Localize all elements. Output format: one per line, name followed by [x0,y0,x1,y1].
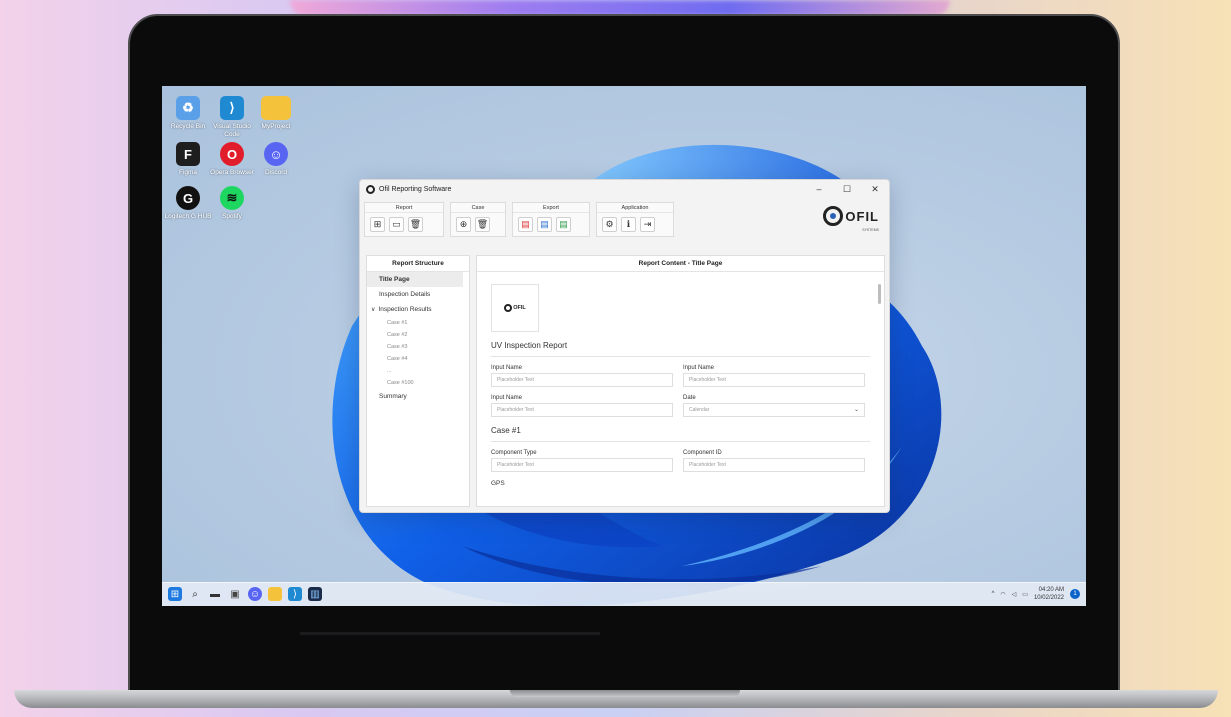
ribbon-group-export: Export ▤ ▤ ▤ [512,202,590,237]
report-logo-icon [504,304,513,312]
tree-item-case-4[interactable]: Case #4 [367,353,469,365]
figma-icon: F [176,142,200,166]
window-title: Ofil Reporting Software [379,185,452,193]
report-logo-box[interactable]: OFIL [491,284,539,332]
tree-item-case-100[interactable]: Case #100 [367,377,469,389]
volume-icon[interactable]: ◁ [1012,591,1017,598]
field-label: Input Name [683,365,715,371]
close-button[interactable]: ✕ [861,184,889,195]
field-label: Input Name [491,395,523,401]
ofil-logo: OFIL SYSTEMS [823,206,879,232]
report-structure-panel: Report Structure Title Page Inspection D… [366,255,470,507]
tree-item-case-3[interactable]: Case #3 [367,341,469,353]
chevron-up-icon[interactable]: ^ [992,591,995,597]
tree-item-case-1[interactable]: Case #1 [367,317,469,329]
battery-icon[interactable]: ▭ [1022,591,1028,598]
component-type-input[interactable]: Placeholder Text [491,458,673,472]
file-explorer-icon[interactable] [268,587,282,601]
export-excel-icon[interactable]: ▤ [556,217,571,232]
start-icon[interactable]: ⊞ [168,587,182,601]
app-icon [366,184,375,194]
laptop-notch [510,690,740,697]
desktop-screen: ♻ Recycle Bin ⟩ Visual Studio Code MyPro… [162,86,1086,606]
component-id-label: Component ID [683,450,722,456]
maximize-button[interactable]: ☐ [833,184,861,195]
vscode-taskbar-icon[interactable]: ⟩ [288,587,302,601]
input-field-2[interactable]: Placeholder Text [683,373,865,387]
recycle-bin-icon: ♻ [176,96,200,120]
delete-report-icon[interactable]: 🗑 [408,217,423,232]
export-pdf-icon[interactable]: ▤ [518,217,533,232]
ribbon: Report ⊞ ▭ 🗑 Case ⊕ 🗑 Export ▤ ▤ ▤ Appli… [360,198,889,250]
component-id-input[interactable]: Placeholder Text [683,458,865,472]
section-title-uv-report: UV Inspection Report [491,341,870,357]
date-select[interactable]: Calendar ⌄ [683,403,865,417]
notification-badge[interactable]: 1 [1070,589,1080,599]
ribbon-group-case: Case ⊕ 🗑 [450,202,506,237]
report-content-panel: Report Content - Title Page OFIL UV Insp… [476,255,885,507]
screen-bottom-strip [300,632,600,635]
export-word-icon[interactable]: ▤ [537,217,552,232]
minimize-button[interactable]: – [805,184,833,194]
title-bar: Ofil Reporting Software – ☐ ✕ [360,180,889,198]
chevron-down-icon[interactable]: ∨ [371,307,375,313]
tree-item-inspection-details[interactable]: Inspection Details [367,287,469,302]
ofil-app-taskbar-icon[interactable]: ▥ [308,587,322,601]
input-field-1[interactable]: Placeholder Text [491,373,673,387]
vscode-icon: ⟩ [220,96,244,120]
chevron-down-icon: ⌄ [853,407,859,413]
tree-item-ellipsis: ... [387,368,392,374]
widgets-icon[interactable]: ▣ [228,587,242,601]
date-label: Date [683,395,696,401]
open-report-icon[interactable]: ▭ [389,217,404,232]
discord-icon: ☺ [264,142,288,166]
report-content-heading: Report Content - Title Page [477,256,884,272]
discord-taskbar-icon[interactable]: ☺ [248,587,262,601]
settings-icon[interactable]: ⚙ [602,217,617,232]
info-icon[interactable]: ℹ [621,217,636,232]
ribbon-group-application: Application ⚙ ℹ ⇥ [596,202,674,237]
add-case-icon[interactable]: ⊕ [456,217,471,232]
input-field-3[interactable]: Placeholder Text [491,403,673,417]
gps-label: GPS [491,480,505,487]
taskbar: ⊞ ⌕ ▬ ▣ ☺ ⟩ ▥ ^ ◠ ◁ ▭ 04:20 AM 10/02/202… [162,582,1086,606]
app-window: Ofil Reporting Software – ☐ ✕ Report ⊞ ▭… [359,179,890,513]
ribbon-group-report: Report ⊞ ▭ 🗑 [364,202,444,237]
field-label: Input Name [491,365,523,371]
new-report-icon[interactable]: ⊞ [370,217,385,232]
clock[interactable]: 04:20 AM 10/02/2022 [1034,586,1064,602]
logitech-icon: G [176,186,200,210]
search-icon[interactable]: ⌕ [188,587,202,601]
desktop-icon-spotify[interactable]: ≋ Spotify [206,186,258,221]
tree-item-title-page[interactable]: Title Page [367,272,463,287]
tree-item-summary[interactable]: Summary [367,389,469,404]
desktop-icon-discord[interactable]: ☺ Discord [250,142,302,177]
wifi-icon[interactable]: ◠ [1000,591,1005,598]
section-title-case: Case #1 [491,426,870,442]
report-structure-heading: Report Structure [367,256,469,272]
ofil-logo-ring-icon [823,206,844,226]
exit-icon[interactable]: ⇥ [640,217,655,232]
opera-icon: O [220,142,244,166]
tree-item-case-2[interactable]: Case #2 [367,329,469,341]
delete-case-icon[interactable]: 🗑 [475,217,490,232]
task-view-icon[interactable]: ▬ [208,587,222,601]
tree-item-inspection-results[interactable]: ∨ Inspection Results [367,302,469,317]
component-type-label: Component Type [491,450,537,456]
system-tray: ^ ◠ ◁ ▭ 04:20 AM 10/02/2022 1 [992,586,1080,602]
desktop-icon-myproject[interactable]: MyProject [250,96,302,131]
folder-icon [261,96,291,120]
spotify-icon: ≋ [220,186,244,210]
